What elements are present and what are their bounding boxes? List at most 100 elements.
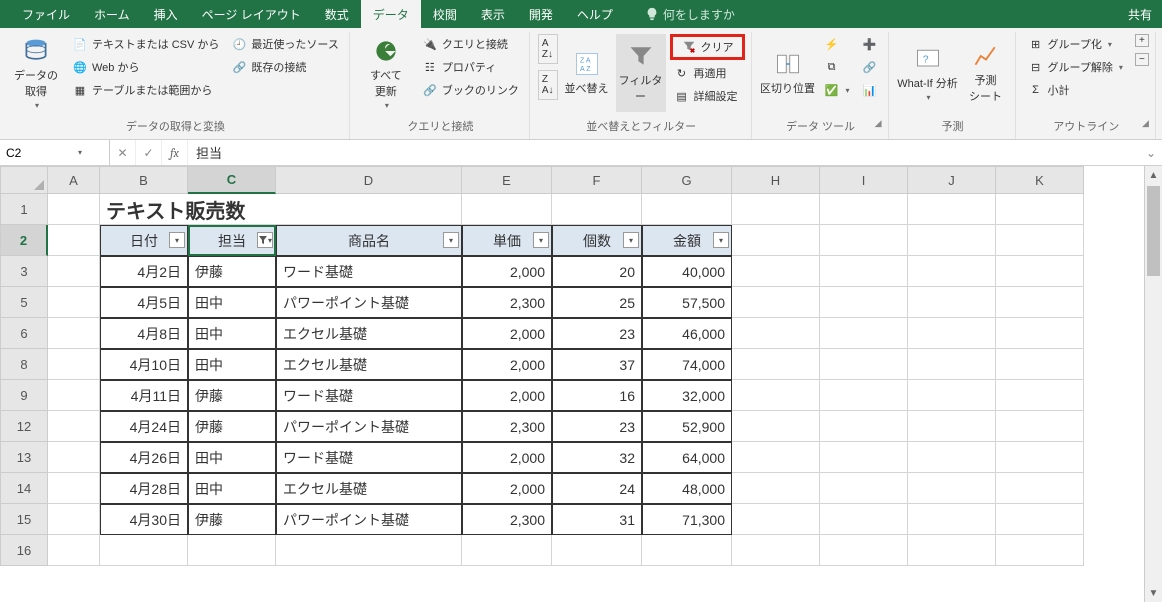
table-cell[interactable]: 田中 [188,349,276,380]
table-cell[interactable]: パワーポイント基礎 [276,504,462,535]
ungroup-button[interactable]: ⊟グループ解除▾ [1024,57,1127,77]
table-header[interactable]: 単価▾ [462,225,552,256]
select-all-corner[interactable] [0,166,48,194]
table-cell[interactable]: 25 [552,287,642,318]
share-button[interactable]: 共有 [1128,6,1152,23]
cell[interactable] [996,287,1084,318]
filter-button[interactable]: フィルター [616,34,666,112]
group-rows-button[interactable]: ⊞グループ化▾ [1024,34,1127,54]
table-cell[interactable]: ワード基礎 [276,380,462,411]
cell[interactable] [48,194,100,225]
cell[interactable] [820,194,908,225]
column-header-I[interactable]: I [820,166,908,194]
table-cell[interactable]: 31 [552,504,642,535]
cell[interactable] [908,504,996,535]
filter-dropdown-button[interactable]: ▾ [713,232,729,248]
table-cell[interactable]: 4月5日 [100,287,188,318]
cell[interactable] [996,318,1084,349]
insert-function-button[interactable]: fx [162,140,188,165]
cell[interactable] [996,194,1084,225]
table-cell[interactable]: 23 [552,411,642,442]
cell[interactable] [48,411,100,442]
row-header-3[interactable]: 3 [0,256,48,287]
row-header-14[interactable]: 14 [0,473,48,504]
subtotal-button[interactable]: Σ小計 [1024,80,1127,100]
row-header-2[interactable]: 2 [0,225,48,256]
table-cell[interactable]: 4月24日 [100,411,188,442]
table-cell[interactable]: 4月28日 [100,473,188,504]
formula-input[interactable]: 担当 [188,143,1140,162]
from-web-button[interactable]: 🌐Web から [68,57,223,77]
cell[interactable] [732,473,820,504]
name-box-input[interactable] [6,146,76,160]
scroll-down-button[interactable]: ▼ [1145,584,1162,602]
cell[interactable] [48,287,100,318]
table-cell[interactable]: 2,000 [462,442,552,473]
cell[interactable] [996,225,1084,256]
properties-button[interactable]: ☷プロパティ [418,57,523,77]
table-title[interactable]: テキスト販売数 [100,194,462,225]
cell[interactable] [732,442,820,473]
row-header-1[interactable]: 1 [0,194,48,225]
table-cell[interactable]: ワード基礎 [276,256,462,287]
column-header-E[interactable]: E [462,166,552,194]
table-cell[interactable]: 2,300 [462,411,552,442]
cell[interactable] [48,473,100,504]
sort-asc-button[interactable]: AZ↓ [538,34,558,64]
column-header-D[interactable]: D [276,166,462,194]
cell[interactable] [732,535,820,566]
table-cell[interactable]: 2,300 [462,504,552,535]
column-header-A[interactable]: A [48,166,100,194]
filter-dropdown-button[interactable]: ▾ [443,232,459,248]
cell[interactable] [820,442,908,473]
table-cell[interactable]: 2,000 [462,256,552,287]
cell[interactable] [100,535,188,566]
column-header-B[interactable]: B [100,166,188,194]
column-header-C[interactable]: C [188,166,276,194]
cell[interactable] [732,411,820,442]
refresh-all-button[interactable]: すべて 更新▾ [358,34,414,112]
cell[interactable] [820,287,908,318]
forecast-sheet-button[interactable]: 予測 シート [963,34,1009,112]
table-cell[interactable]: 16 [552,380,642,411]
workbook-links-button[interactable]: 🔗ブックのリンク [418,80,523,100]
consolidate-button[interactable]: ➕ [858,34,882,54]
tell-me-box[interactable]: 何をしますか [645,6,735,23]
cell[interactable] [820,318,908,349]
clear-filter-button[interactable]: クリア [670,34,745,60]
tab-校閲[interactable]: 校閲 [421,0,469,29]
table-cell[interactable]: 4月26日 [100,442,188,473]
reapply-button[interactable]: ↻再適用 [670,63,745,83]
sort-button[interactable]: Z AA Z 並べ替え [562,34,612,112]
table-cell[interactable]: 37 [552,349,642,380]
table-cell[interactable]: 4月11日 [100,380,188,411]
column-header-J[interactable]: J [908,166,996,194]
get-data-button[interactable]: データの 取得▾ [8,34,64,112]
cell[interactable] [642,194,732,225]
table-cell[interactable]: 田中 [188,318,276,349]
filter-dropdown-button[interactable]: ▾ [533,232,549,248]
row-header-9[interactable]: 9 [0,380,48,411]
tab-ホーム[interactable]: ホーム [82,0,142,29]
cell[interactable] [908,225,996,256]
column-header-K[interactable]: K [996,166,1084,194]
table-cell[interactable]: 46,000 [642,318,732,349]
table-cell[interactable]: 2,000 [462,380,552,411]
table-cell[interactable]: 4月2日 [100,256,188,287]
table-header[interactable]: 日付▾ [100,225,188,256]
cell[interactable] [820,380,908,411]
table-cell[interactable]: ワード基礎 [276,442,462,473]
tab-ヘルプ[interactable]: ヘルプ [565,0,625,29]
show-detail-icon[interactable]: + [1135,34,1149,47]
scroll-thumb[interactable] [1147,186,1160,276]
table-cell[interactable]: 田中 [188,442,276,473]
cancel-formula-button[interactable]: ✕ [110,140,136,165]
cell[interactable] [48,504,100,535]
text-to-columns-button[interactable]: 区切り位置 [760,34,816,112]
whatif-button[interactable]: ? What-If 分析▾ [897,34,959,112]
table-cell[interactable]: エクセル基礎 [276,473,462,504]
row-header-5[interactable]: 5 [0,287,48,318]
cell[interactable] [732,318,820,349]
table-cell[interactable]: 52,900 [642,411,732,442]
cell[interactable] [48,442,100,473]
